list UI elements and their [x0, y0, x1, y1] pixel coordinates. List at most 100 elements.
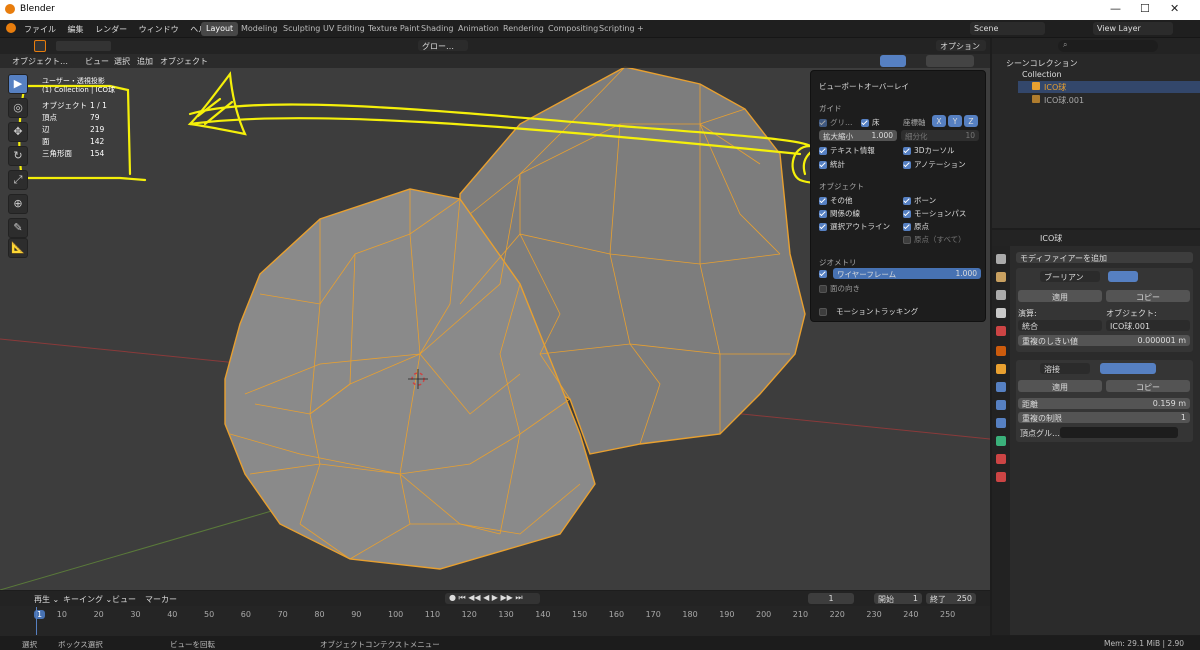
texture-tab-icon[interactable] [996, 472, 1006, 482]
origins-checkbox[interactable]: 原点 [903, 221, 929, 232]
scale-tool-icon[interactable]: ⤢ [8, 170, 28, 190]
minimize-button[interactable]: — [1110, 2, 1121, 15]
distance-field[interactable]: 距離 0.159 m [1018, 398, 1190, 409]
vertex-group-field[interactable] [1060, 427, 1178, 438]
axis-x-toggle[interactable]: X [932, 115, 946, 127]
blender-menu-icon[interactable] [6, 23, 16, 33]
data-tab-icon[interactable] [996, 436, 1006, 446]
menu-select[interactable]: 選択 [114, 56, 130, 67]
menu-playback[interactable]: 再生 ⌄ [34, 594, 59, 605]
weld-modifier-name[interactable]: 溶接 [1040, 363, 1090, 374]
end-frame-field[interactable]: 終了 250 [926, 593, 976, 604]
object-field[interactable]: ICO球.001 [1106, 320, 1190, 331]
current-frame-field[interactable]: 1 [808, 593, 854, 604]
cursor-tool-icon[interactable]: ◎ [8, 98, 28, 118]
scale-field[interactable]: 拡大縮小 1.000 [819, 130, 897, 141]
material-tab-icon[interactable] [996, 454, 1006, 464]
outline-selected-checkbox[interactable]: 選択アウトライン [819, 221, 890, 232]
menu-add[interactable]: 追加 [137, 56, 153, 67]
outliner-collection[interactable]: Collection [1022, 70, 1062, 79]
outliner-row[interactable]: ICO球.001 [1018, 94, 1200, 106]
weld-apply-button[interactable]: 適用 [1018, 380, 1102, 392]
motion-tracking-checkbox[interactable]: モーショントラッキング [819, 306, 918, 317]
menu-keying[interactable]: キーイング ⌄ [63, 594, 112, 605]
mode-dropdown[interactable]: オブジェクト… [8, 55, 74, 66]
extras-checkbox[interactable]: その他 [819, 195, 853, 206]
3d-cursor-checkbox[interactable]: 3Dカーソル [903, 145, 955, 156]
overlap-threshold-field[interactable]: 重複のしきい値 0.000001 m [1018, 335, 1190, 346]
shading-mode-buttons[interactable] [926, 55, 974, 67]
duplicate-limit-field[interactable]: 重複の制限 1 [1018, 412, 1190, 423]
timeline-ruler[interactable]: 1 10 20 30 40 50 60 70 80 90 100 110 120 130 140 150 160… [0, 608, 990, 622]
outliner-search[interactable]: ⌕ [1058, 40, 1158, 52]
particles-tab-icon[interactable] [996, 400, 1006, 410]
add-modifier-dropdown[interactable]: モディファイアーを追加 [1016, 252, 1193, 263]
menu-timeline-view[interactable]: ビュー [112, 594, 136, 605]
grid-checkbox[interactable]: グリ… [819, 117, 853, 128]
axis-y-toggle[interactable]: Y [948, 115, 962, 127]
select-mode-buttons[interactable] [56, 41, 111, 51]
select-box-tool-icon[interactable]: ▶ [8, 74, 28, 94]
modifier-tab-icon[interactable] [996, 382, 1006, 392]
wireframe-checkbox[interactable] [819, 269, 830, 278]
menu-edit[interactable]: 編集 [68, 24, 84, 35]
playback-controls[interactable]: ● ⏮ ◀◀ ◀ ▶ ▶▶ ⏭ [445, 593, 540, 604]
measure-tool-icon[interactable]: 📐 [8, 238, 28, 258]
options-dropdown[interactable]: オプション ⌄ [936, 40, 986, 61]
overlays-button[interactable] [880, 55, 906, 67]
tab-uv-editing[interactable]: UV Editing [318, 22, 370, 36]
origins-all-checkbox[interactable]: 原点（すべて） [903, 234, 966, 245]
physics-tab-icon[interactable] [996, 418, 1006, 428]
select-tool-icon[interactable] [34, 40, 46, 52]
subdivisions-field[interactable]: 細分化 10 [901, 130, 979, 141]
modifier-visibility-icons[interactable] [1108, 271, 1138, 282]
playhead[interactable] [36, 607, 37, 635]
transform-tool-icon[interactable]: ⊕ [8, 194, 28, 214]
tool-tab-icon[interactable] [996, 254, 1006, 264]
boolean-copy-button[interactable]: コピー [1106, 290, 1190, 302]
close-button[interactable]: ✕ [1170, 2, 1179, 15]
transform-orientation-dropdown[interactable]: グロー… [418, 40, 468, 51]
tab-modeling[interactable]: Modeling [236, 22, 282, 36]
object-tab-icon[interactable] [996, 364, 1006, 374]
menu-marker[interactable]: マーカー [145, 594, 177, 605]
boolean-modifier-name[interactable]: ブーリアン [1040, 271, 1100, 282]
annotation-checkbox[interactable]: アノテーション [903, 159, 966, 170]
tab-layout[interactable]: Layout [201, 22, 239, 36]
view-layer-tab-icon[interactable] [996, 308, 1006, 318]
view-layer-selector[interactable]: View Layer [1093, 22, 1173, 35]
render-tab-icon[interactable] [996, 272, 1006, 282]
wireframe-slider[interactable]: ワイヤーフレーム 1.000 [833, 268, 981, 279]
tab-rendering[interactable]: Rendering [498, 22, 549, 36]
axis-z-toggle[interactable]: Z [964, 115, 978, 127]
annotate-tool-icon[interactable]: ✎ [8, 218, 28, 238]
modifier-visibility-icons[interactable] [1100, 363, 1156, 374]
world-tab-icon[interactable] [996, 346, 1006, 356]
weld-copy-button[interactable]: コピー [1106, 380, 1190, 392]
menu-render[interactable]: レンダー [95, 24, 127, 35]
relations-checkbox[interactable]: 関係の線 [819, 208, 860, 219]
add-workspace-button[interactable]: + [632, 22, 649, 36]
statistics-checkbox[interactable]: 統計 [819, 159, 845, 170]
menu-view[interactable]: ビュー [85, 56, 109, 67]
rotate-tool-icon[interactable]: ↻ [8, 146, 28, 166]
start-frame-field[interactable]: 開始 1 [874, 593, 922, 604]
bones-checkbox[interactable]: ボーン [903, 195, 936, 206]
text-info-checkbox[interactable]: テキスト情報 [819, 145, 875, 156]
outliner-scene-collection[interactable]: シーンコレクション [1006, 58, 1078, 69]
face-orientation-checkbox[interactable]: 面の向き [819, 283, 860, 294]
motion-paths-checkbox[interactable]: モーションパス [903, 208, 966, 219]
menu-file[interactable]: ファイル [24, 24, 56, 35]
scene-selector[interactable]: Scene [970, 22, 1045, 35]
menu-window[interactable]: ウィンドウ [139, 24, 179, 35]
menu-object[interactable]: オブジェクト [160, 56, 208, 67]
floor-checkbox[interactable]: 床 [861, 117, 880, 128]
output-tab-icon[interactable] [996, 290, 1006, 300]
tab-animation[interactable]: Animation [453, 22, 504, 36]
maximize-button[interactable]: ☐ [1140, 2, 1150, 15]
scene-tab-icon[interactable] [996, 326, 1006, 336]
boolean-apply-button[interactable]: 適用 [1018, 290, 1102, 302]
move-tool-icon[interactable]: ✥ [8, 122, 28, 142]
outliner-row-selected[interactable]: ICO球 [1018, 81, 1200, 93]
operation-dropdown[interactable]: 統合 [1018, 320, 1102, 331]
